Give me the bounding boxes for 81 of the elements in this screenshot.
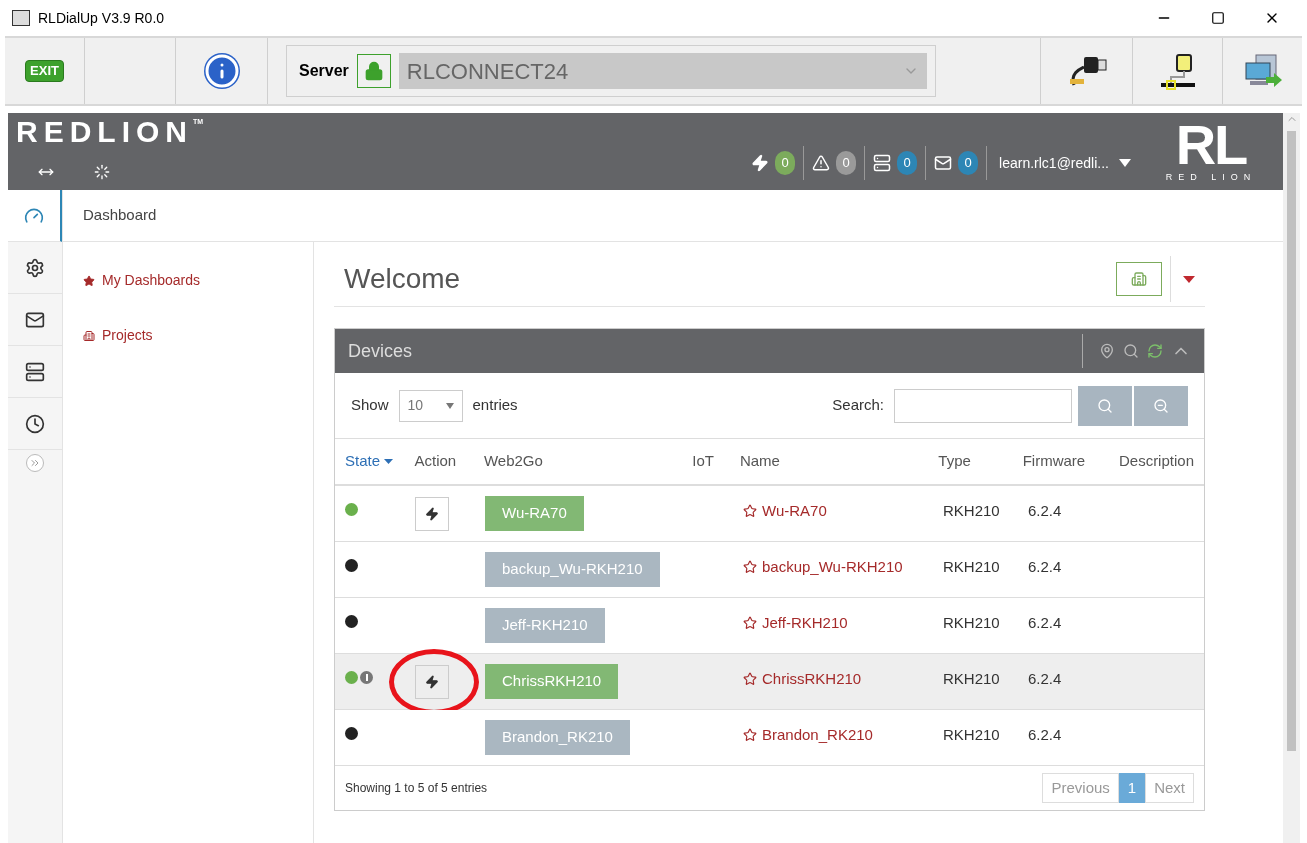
search-icon[interactable] xyxy=(1123,343,1139,359)
warning-icon xyxy=(812,154,831,172)
page-title: Welcome xyxy=(343,262,461,296)
maximize-icon[interactable] xyxy=(1211,11,1225,25)
caret-icon xyxy=(1183,275,1195,283)
column-header[interactable]: Name xyxy=(739,450,939,473)
table-cell-text: 6.2.4 xyxy=(1028,669,1063,689)
caret-icon xyxy=(445,402,454,409)
report-button[interactable] xyxy=(1116,262,1162,296)
refresh-icon[interactable] xyxy=(1147,343,1163,359)
table-cell-text: RKH210 xyxy=(943,725,1001,745)
collapse-toggle-icon[interactable] xyxy=(26,454,44,472)
bolt-icon xyxy=(425,674,439,689)
column-header[interactable]: Action xyxy=(414,450,484,473)
clock-icon xyxy=(25,413,45,434)
device-name-link[interactable]: Jeff-RKH210 xyxy=(762,612,848,635)
column-header[interactable]: IoT xyxy=(692,450,740,473)
search-label: Search: xyxy=(832,395,884,416)
column-header[interactable]: State xyxy=(345,450,415,473)
table-row[interactable]: ChrissRKH210 ChrissRKH210 RKH210 6.2.4 xyxy=(335,654,1204,710)
nav-link[interactable]: Projects xyxy=(83,325,313,346)
column-header[interactable]: Description xyxy=(1118,450,1194,473)
column-header[interactable]: Firmware xyxy=(1022,450,1119,473)
panel-title: Devices xyxy=(348,339,414,363)
bolt-icon xyxy=(425,506,439,521)
table-cell-text: 6.2.4 xyxy=(1028,501,1063,521)
table-info: Showing 1 to 5 of 5 entries xyxy=(345,780,488,797)
server-icon xyxy=(25,361,45,382)
notification-counter[interactable]: 0 xyxy=(926,146,988,180)
table-cell-text: RKH210 xyxy=(943,613,1001,633)
column-header[interactable]: Web2Go xyxy=(483,450,693,473)
user-menu[interactable]: learn.rlc1@redli... xyxy=(987,146,1143,180)
building-icon xyxy=(83,329,95,342)
search-icon xyxy=(1097,397,1113,414)
favorite-star-icon[interactable] xyxy=(743,560,757,575)
device-name-link[interactable]: Brandon_RK210 xyxy=(762,724,873,747)
column-header[interactable]: Type xyxy=(938,450,1023,473)
device-name-link[interactable]: ChrissRKH210 xyxy=(762,668,862,691)
favorite-star-icon[interactable] xyxy=(743,616,757,631)
search-field[interactable] xyxy=(894,388,1072,423)
table-cell-text: 6.2.4 xyxy=(1028,613,1063,633)
scrollbar[interactable] xyxy=(1283,113,1300,843)
entries-label: entries xyxy=(472,395,518,416)
server-label: Server xyxy=(299,61,349,81)
app-icon xyxy=(12,10,30,26)
favorite-star-icon[interactable] xyxy=(743,504,757,519)
favorite-star-icon[interactable] xyxy=(743,728,757,743)
mail-icon xyxy=(934,154,953,172)
star-icon xyxy=(83,274,95,287)
table-cell-text: 6.2.4 xyxy=(1028,557,1063,577)
table-cell-text: 6.2.4 xyxy=(1028,725,1063,745)
notification-counter[interactable]: 0 xyxy=(865,146,927,180)
loading-icon xyxy=(94,164,110,180)
nav-link[interactable]: My Dashboards xyxy=(83,270,313,291)
lock-icon xyxy=(356,54,391,88)
gears-icon xyxy=(25,257,45,278)
rl-logo: RL xyxy=(1175,118,1247,171)
connect-button[interactable] xyxy=(415,664,449,699)
map-pin-icon[interactable] xyxy=(1099,343,1115,359)
device-name-link[interactable]: backup_Wu-RKH210 xyxy=(762,556,903,579)
device-name-link[interactable]: Wu-RA70 xyxy=(762,500,827,523)
connect-button[interactable] xyxy=(415,496,449,531)
brand-logo: REDLION xyxy=(16,117,193,147)
show-label: Show xyxy=(351,395,389,416)
breadcrumb: Dashboard xyxy=(83,205,157,226)
sort-caret-icon xyxy=(384,459,394,464)
table-cell-text: RKH210 xyxy=(943,557,1001,577)
zoom-out-icon xyxy=(1153,397,1169,414)
building-icon xyxy=(1131,271,1147,287)
server-icon xyxy=(873,154,892,172)
table-cell-text: RKH210 xyxy=(943,501,1001,521)
table-row[interactable]: Brandon_RK210 Brandon_RK210 RKH210 6.2.4 xyxy=(335,710,1204,766)
favorite-star-icon[interactable] xyxy=(743,672,757,687)
page-size-select[interactable]: 10 xyxy=(398,389,463,422)
table-cell-text: RKH210 xyxy=(943,669,1001,689)
logo-caption: RED LION xyxy=(1165,170,1257,184)
info-icon xyxy=(203,53,240,89)
bolt-icon xyxy=(751,154,770,172)
window-title: RLDialUp V3.9 R0.0 xyxy=(38,8,165,28)
caret-icon xyxy=(1119,159,1131,167)
scrollbar-thumb[interactable] xyxy=(1287,131,1296,751)
